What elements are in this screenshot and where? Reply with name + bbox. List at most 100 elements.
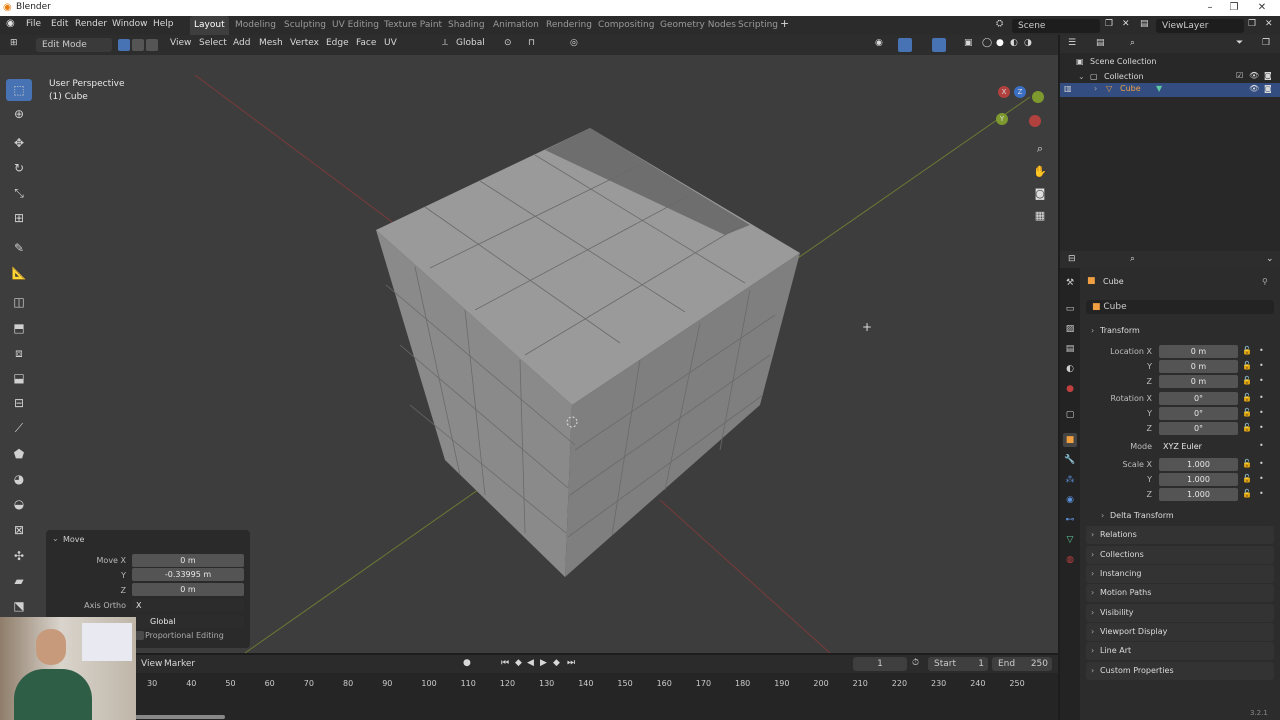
outliner-search-icon[interactable]: ⌕ <box>1130 38 1135 48</box>
rotation-x-field[interactable]: 0° <box>1159 392 1238 405</box>
rip-tool-icon[interactable]: ⬔ <box>6 595 32 617</box>
view-layer-tab-icon[interactable]: ▤ <box>1063 342 1077 356</box>
visibility-icon[interactable]: ◉ <box>875 38 883 48</box>
stopwatch-icon[interactable]: ⏱ <box>912 658 919 668</box>
rotation-mode-dropdown[interactable]: XYZ Euler <box>1159 440 1238 453</box>
properties-editor-icon[interactable]: ⊟ <box>1068 254 1076 264</box>
rendered-shading-icon[interactable]: ◑ <box>1024 38 1032 48</box>
prev-keyframe-icon[interactable]: ◆ <box>515 658 522 668</box>
tab-animation[interactable]: Animation <box>489 16 543 35</box>
tool-tab-icon[interactable]: ⚒ <box>1063 276 1077 290</box>
view-layer-copy-icon[interactable]: ❐ <box>1248 19 1256 29</box>
inset-tool-icon[interactable]: ⧈ <box>6 342 32 364</box>
overlay-toggle-icon[interactable] <box>932 38 946 52</box>
relations-panel[interactable]: Relations <box>1086 526 1274 544</box>
timeline-menu-view[interactable]: View <box>141 659 162 669</box>
outliner-row-cube[interactable]: ▥ › ▽ Cube ▼ 👁 ◙ <box>1060 83 1280 97</box>
keyframe-rotation-y-icon[interactable]: • <box>1259 408 1264 417</box>
modifier-tab-icon[interactable]: 🔧 <box>1063 453 1077 467</box>
keyframe-rotation-x-icon[interactable]: • <box>1259 393 1264 402</box>
world-tab-icon[interactable]: ● <box>1063 382 1077 396</box>
start-frame-field[interactable]: Start 1 <box>928 657 988 671</box>
properties-options-icon[interactable]: ⌄ <box>1266 254 1274 264</box>
scale-tool-icon[interactable]: ⤡ <box>6 182 32 204</box>
keyframe-scale-y-icon[interactable]: • <box>1259 474 1264 483</box>
scene-tab-icon[interactable]: ◐ <box>1063 362 1077 376</box>
render-tab-icon[interactable]: ▭ <box>1063 302 1077 316</box>
record-icon[interactable]: ● <box>463 658 471 668</box>
scene-copy-icon[interactable]: ❐ <box>1105 19 1113 29</box>
delta-transform-panel[interactable]: Delta Transform <box>1096 507 1274 525</box>
custom-properties-panel[interactable]: Custom Properties <box>1086 662 1274 680</box>
scale-x-field[interactable]: 1.000 <box>1159 458 1238 471</box>
gizmo-x-icon[interactable]: X <box>998 86 1010 98</box>
scene-collection-label[interactable]: Scene Collection <box>1090 57 1157 66</box>
collection-checkbox-icon[interactable]: ☑ <box>1236 71 1243 80</box>
keyframe-mode-icon[interactable]: • <box>1259 441 1264 450</box>
minimize-button[interactable]: – <box>1198 0 1222 16</box>
collection-eye-icon[interactable]: 👁 <box>1249 71 1259 80</box>
play-icon[interactable]: ▶ <box>540 658 547 668</box>
blender-menu-icon[interactable]: ◉ <box>6 18 15 29</box>
data-tab-icon[interactable]: ▽ <box>1063 533 1077 547</box>
view-layer-icon[interactable]: ▤ <box>1140 19 1149 29</box>
cube-eye-icon[interactable]: 👁 <box>1249 84 1259 93</box>
menu-file[interactable]: File <box>26 19 41 29</box>
gizmo-neg-x-icon[interactable] <box>1029 115 1041 127</box>
location-z-field[interactable]: 0 m <box>1159 375 1238 388</box>
scale-z-field[interactable]: 1.000 <box>1159 488 1238 501</box>
lock-scale-z-icon[interactable]: 🔓 <box>1242 489 1252 498</box>
shrink-fatten-tool-icon[interactable]: ✣ <box>6 545 32 567</box>
material-shading-icon[interactable]: ◐ <box>1010 38 1018 48</box>
tab-scripting[interactable]: Scripting <box>734 16 782 35</box>
move-z-field[interactable]: 0 m <box>132 583 244 596</box>
tab-modeling[interactable]: Modeling <box>231 16 280 35</box>
orientation-dropdown[interactable]: Global <box>456 38 485 48</box>
move-y-field[interactable]: -0.33995 m <box>132 568 244 581</box>
physics-tab-icon[interactable]: ◉ <box>1063 493 1077 507</box>
panel-collapse-icon[interactable]: ⌄ <box>52 534 59 543</box>
current-frame-field[interactable]: 1 <box>853 657 907 671</box>
spin-tool-icon[interactable]: ◕ <box>6 468 32 490</box>
collections-panel[interactable]: Collections <box>1086 546 1274 564</box>
measure-tool-icon[interactable]: 📐 <box>6 262 32 284</box>
visibility-panel[interactable]: Visibility <box>1086 604 1274 622</box>
display-mode-icon[interactable]: ▤ <box>1096 38 1105 48</box>
location-x-field[interactable]: 0 m <box>1159 345 1238 358</box>
output-tab-icon[interactable]: ▨ <box>1063 322 1077 336</box>
object-tab-icon[interactable]: ■ <box>1063 433 1077 447</box>
rotation-y-field[interactable]: 0° <box>1159 407 1238 420</box>
extrude-tool-icon[interactable]: ⬒ <box>6 317 32 339</box>
edge-select-icon[interactable] <box>132 39 144 51</box>
filter-icon[interactable]: ⏷ <box>1236 38 1243 48</box>
tab-compositing[interactable]: Compositing <box>594 16 658 35</box>
axis-ortho-dropdown[interactable]: X <box>132 599 244 612</box>
collection-label[interactable]: Collection <box>1104 72 1144 81</box>
material-tab-icon[interactable]: ◍ <box>1063 553 1077 567</box>
lock-location-y-icon[interactable]: 🔓 <box>1242 361 1252 370</box>
lock-scale-x-icon[interactable]: 🔓 <box>1242 459 1252 468</box>
outliner-editor-icon[interactable]: ☰ <box>1068 38 1076 48</box>
view-layer-field[interactable]: ViewLayer <box>1156 19 1244 33</box>
camera-view-icon[interactable]: ◙ <box>1030 184 1050 204</box>
new-collection-icon[interactable]: ❐ <box>1262 38 1270 48</box>
maximize-button[interactable]: ❐ <box>1222 0 1246 16</box>
pan-hand-icon[interactable]: ✋ <box>1030 162 1050 182</box>
solid-shading-icon[interactable]: ● <box>996 38 1004 48</box>
next-keyframe-icon[interactable]: ◆ <box>553 658 560 668</box>
keyframe-location-x-icon[interactable]: • <box>1259 346 1264 355</box>
end-frame-field[interactable]: End 250 <box>992 657 1052 671</box>
keyframe-scale-z-icon[interactable]: • <box>1259 489 1264 498</box>
add-cube-tool-icon[interactable]: ◫ <box>6 291 32 313</box>
menu-help[interactable]: Help <box>153 19 174 29</box>
jump-start-icon[interactable]: ⏮ <box>501 658 509 668</box>
pivot-icon[interactable]: ⊙ <box>504 38 512 48</box>
scale-y-field[interactable]: 1.000 <box>1159 473 1238 486</box>
line-art-panel[interactable]: Line Art <box>1086 642 1274 660</box>
menu-face[interactable]: Face <box>356 38 376 48</box>
menu-uv[interactable]: UV <box>384 38 397 48</box>
play-reverse-icon[interactable]: ◀ <box>527 658 534 668</box>
menu-mesh[interactable]: Mesh <box>259 38 283 48</box>
viewport-display-panel[interactable]: Viewport Display <box>1086 623 1274 641</box>
tab-texture-paint[interactable]: Texture Paint <box>380 16 446 35</box>
